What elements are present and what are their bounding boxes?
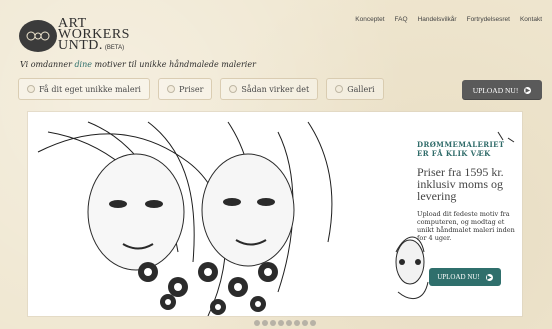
hero-description: Upload dit fedeste motiv fra computeren,… bbox=[417, 210, 515, 242]
pager-dot[interactable] bbox=[278, 320, 284, 326]
nav-kontakt[interactable]: Kontakt bbox=[520, 16, 542, 23]
hero-banner: DRØMMEMALERIET ER FÅ KLIK VÆK Priser fra… bbox=[28, 112, 522, 316]
nav-faq[interactable]: FAQ bbox=[395, 16, 408, 23]
pager-dot[interactable] bbox=[254, 320, 260, 326]
nav-handelsvilkar[interactable]: Handelsvilkår bbox=[418, 16, 457, 23]
nav-unikt-maleri[interactable]: Få dit eget unikke maleri bbox=[18, 78, 150, 100]
brand-name: ART WORKERS UNTD. (BETA) bbox=[58, 17, 130, 54]
pager-dot[interactable] bbox=[302, 320, 308, 326]
play-arrow-icon: ▶ bbox=[485, 273, 493, 281]
beta-badge: (BETA) bbox=[104, 45, 125, 51]
nav-sadan-virker-det[interactable]: Sådan virker det bbox=[220, 78, 319, 100]
pager-dot[interactable] bbox=[262, 320, 268, 326]
upload-now-button-hero[interactable]: UPLOAD NU! ▶ bbox=[429, 268, 501, 286]
nav-galleri[interactable]: Galleri bbox=[326, 78, 384, 100]
bullet-icon bbox=[335, 85, 344, 93]
pager-dot[interactable] bbox=[270, 320, 276, 326]
brand-line-3: UNTD. bbox=[58, 38, 103, 53]
bullet-icon bbox=[166, 85, 175, 93]
top-navigation: Konceptet FAQ Handelsvilkår Fortrydelses… bbox=[355, 16, 542, 23]
upload-now-button-top[interactable]: UPLOAD NU! ▶ bbox=[462, 80, 542, 100]
bullet-icon bbox=[27, 85, 35, 93]
tagline: Vi omdanner dine motiver til unikke hånd… bbox=[20, 60, 256, 69]
pager-dot[interactable] bbox=[294, 320, 300, 326]
nav-konceptet[interactable]: Konceptet bbox=[355, 16, 384, 23]
main-navigation: Få dit eget unikke maleri Priser Sådan v… bbox=[18, 78, 384, 100]
play-arrow-icon: ▶ bbox=[524, 86, 532, 94]
pager-dot[interactable] bbox=[310, 320, 316, 326]
hero-heading: DRØMMEMALERIET ER FÅ KLIK VÆK bbox=[417, 140, 505, 158]
bullet-icon bbox=[229, 85, 238, 93]
hero-copy: DRØMMEMALERIET ER FÅ KLIK VÆK Priser fra… bbox=[417, 140, 517, 242]
nav-priser[interactable]: Priser bbox=[157, 78, 213, 100]
hero-price: Priser fra 1595 kr. inklusiv moms og lev… bbox=[417, 165, 504, 203]
nav-fortrydelsesret[interactable]: Fortrydelsesret bbox=[467, 16, 510, 23]
pager-dot[interactable] bbox=[286, 320, 292, 326]
slider-pagination bbox=[254, 320, 316, 326]
